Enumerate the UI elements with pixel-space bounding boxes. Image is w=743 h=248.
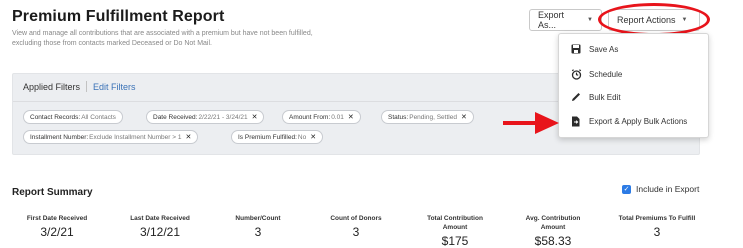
chip-value: 0.01 [331,113,344,121]
chip-key: Amount From: [289,113,331,121]
include-in-export-label: Include in Export [636,184,700,194]
highlight-circle [598,3,710,36]
include-in-export-checkbox[interactable]: ✓ Include in Export [622,184,699,194]
metric-total-contribution-amount: Total Contribution Amount $175 [399,214,511,248]
metric-value: 3/2/21 [40,225,74,239]
chip-value: Exclude Installment Number > 1 [89,133,182,141]
chip-value: No [297,133,307,141]
menu-item-schedule[interactable]: Schedule [559,63,708,85]
page-title: Premium Fulfillment Report [12,8,225,25]
menu-item-label: Bulk Edit [589,92,621,102]
chip-key: Status: [388,113,409,121]
red-arrow-annotation [501,110,561,141]
remove-filter-icon[interactable]: ✕ [185,133,191,141]
filter-chip-status[interactable]: Status: Pending, Settled ✕ [381,110,474,124]
metric-value: $175 [441,234,469,248]
remove-filter-icon[interactable]: ✕ [348,113,354,121]
metric-value: $58.33 [534,234,572,248]
metric-value: 3 [352,225,360,239]
report-summary-title: Report Summary [12,187,93,198]
chip-key: Is Premium Fulfilled: [238,133,297,141]
remove-filter-icon[interactable]: ✕ [252,113,258,121]
metric-first-date-received: First Date Received 3/2/21 [2,214,112,239]
menu-item-export-apply-bulk-actions[interactable]: Export & Apply Bulk Actions [559,110,708,132]
pencil-icon [569,92,583,102]
chip-value: Pending, Settled [409,113,457,121]
metric-number-count: Number/Count 3 [203,214,313,239]
file-export-icon [569,116,583,127]
filter-chip-amount-from[interactable]: Amount From: 0.01 ✕ [282,110,361,124]
filter-chip-contact-records[interactable]: Contact Records: All Contacts [23,110,123,124]
metric-label: Count of Donors [330,215,382,222]
clock-icon [569,68,583,80]
metric-label: Last Date Received [130,215,190,222]
metric-total-premiums-to-fulfill: Total Premiums To Fulfill 3 [601,214,713,239]
metric-avg-contribution-amount: Avg. Contribution Amount $58.33 [497,214,609,248]
filters-header: Applied Filters Edit Filters [23,81,136,92]
metric-label: Number/Count [235,215,281,222]
filter-chip-date-received[interactable]: Date Received: 2/22/21 - 3/24/21 ✕ [146,110,265,124]
export-as-button[interactable]: Export As... ▼ [529,9,602,31]
metric-label: Total Premiums To Fulfill [618,215,696,222]
report-actions-menu: Save As Schedule Bulk Edit Export & Appl… [558,33,709,138]
remove-filter-icon[interactable]: ✕ [461,113,467,121]
metric-label: Avg. Contribution Amount [525,215,581,231]
chip-value: 2/22/21 - 3/24/21 [198,113,248,121]
metric-value: 3/12/21 [139,225,181,239]
menu-item-label: Export & Apply Bulk Actions [589,116,688,126]
checkbox-checked-icon[interactable]: ✓ [622,184,631,194]
divider [86,81,88,92]
chip-value: All Contacts [81,113,116,121]
menu-item-label: Save As [589,44,619,54]
menu-item-label: Schedule [589,69,623,79]
chip-key: Date Received: [153,113,198,121]
caret-down-icon: ▼ [587,17,593,23]
remove-filter-icon[interactable]: ✕ [310,133,316,141]
chip-key: Contact Records: [30,113,81,121]
metric-count-of-donors: Count of Donors 3 [301,214,411,239]
page-description: View and manage all contributions that a… [12,30,313,47]
filter-chip-premium-fulfilled[interactable]: Is Premium Fulfilled: No ✕ [231,130,324,144]
metric-value: 3 [653,225,661,239]
menu-item-bulk-edit[interactable]: Bulk Edit [559,86,708,108]
save-icon [569,44,583,54]
metric-last-date-received: Last Date Received 3/12/21 [105,214,215,239]
metric-label: Total Contribution Amount [427,215,483,231]
menu-item-save-as[interactable]: Save As [559,38,708,60]
chip-key: Installment Number: [30,133,89,141]
metric-label: First Date Received [26,215,88,222]
filter-chip-installment-number[interactable]: Installment Number: Exclude Installment … [23,130,199,144]
edit-filters-link[interactable]: Edit Filters [93,82,136,92]
export-as-label: Export As... [538,10,565,30]
metric-value: 3 [254,225,262,239]
applied-filters-label: Applied Filters [23,81,81,92]
